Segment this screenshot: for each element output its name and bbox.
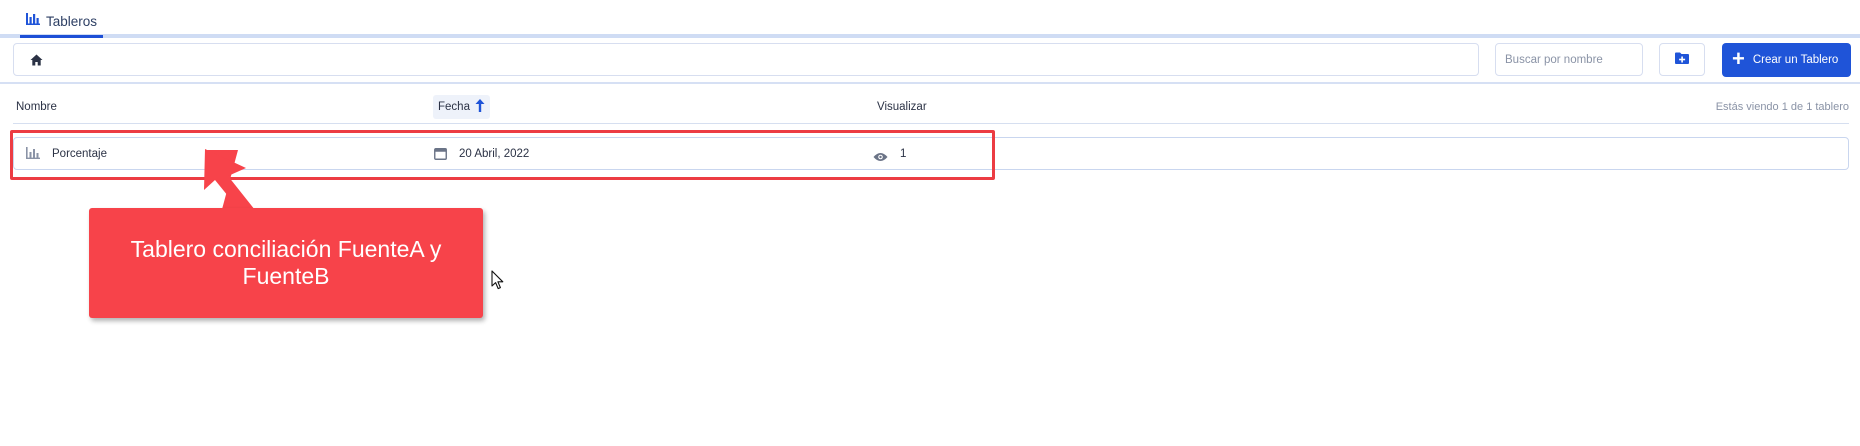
table-row[interactable]: Porcentaje 20 Abril, 2022 1 <box>13 137 1849 170</box>
create-dashboard-button[interactable]: + Crear un Tablero <box>1722 43 1851 77</box>
sort-arrow-up-icon <box>475 98 485 116</box>
calendar-icon <box>434 147 447 165</box>
results-counter: Estás viendo 1 de 1 tablero <box>1715 101 1849 113</box>
header-divider <box>13 123 1849 124</box>
dashboard-date: 20 Abril, 2022 <box>459 148 530 160</box>
breadcrumb <box>13 43 1479 76</box>
search-input[interactable] <box>1495 43 1643 76</box>
column-header-date-label: Fecha <box>438 101 470 113</box>
home-icon[interactable] <box>30 53 43 71</box>
divider <box>0 82 1860 84</box>
bar-chart-icon <box>26 146 40 164</box>
column-header-name[interactable]: Nombre <box>16 101 57 113</box>
create-button-label: Crear un Tablero <box>1752 54 1839 66</box>
column-header-views[interactable]: Visualizar <box>877 101 927 113</box>
dashboard-name[interactable]: Porcentaje <box>52 148 107 160</box>
tab-bar: Tableros <box>0 0 1860 38</box>
new-folder-button[interactable] <box>1659 43 1705 76</box>
folder-plus-icon <box>1675 51 1689 69</box>
plus-icon: + <box>1732 46 1745 71</box>
eye-icon <box>873 149 888 167</box>
tab-label: Tableros <box>46 14 98 29</box>
tab-tableros[interactable]: Tableros <box>20 12 104 38</box>
mouse-cursor-icon <box>491 270 504 295</box>
column-header-date[interactable]: Fecha <box>433 95 490 119</box>
annotation-callout: Tablero conciliación FuenteA y FuenteB <box>89 208 483 318</box>
bar-chart-icon <box>26 12 40 25</box>
dashboard-views: 1 <box>900 148 907 160</box>
